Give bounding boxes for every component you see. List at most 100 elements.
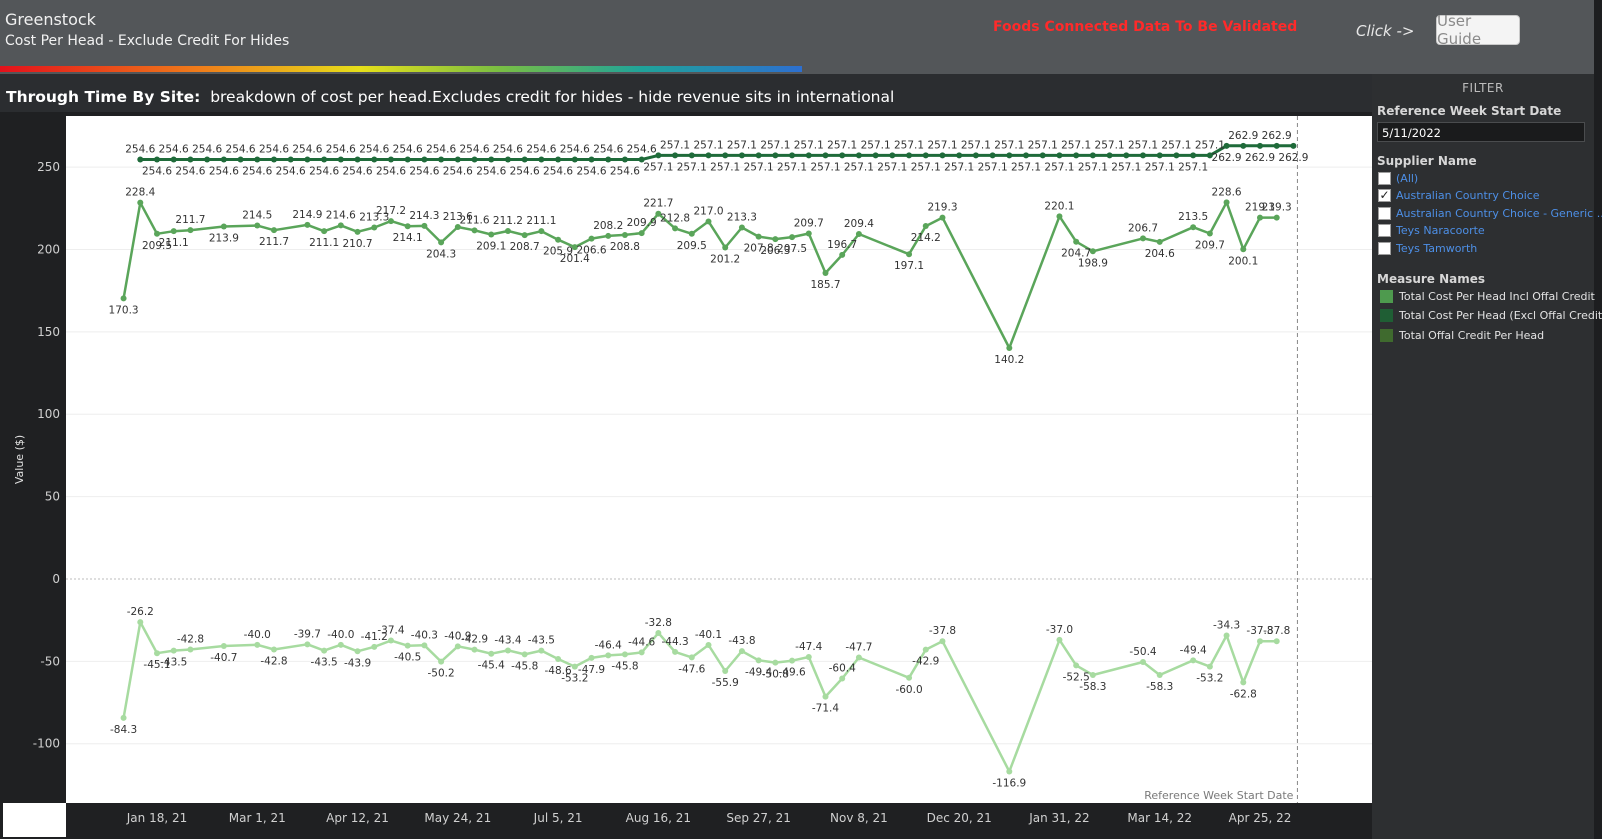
data-label: 208.2 [593, 220, 623, 232]
data-point [438, 239, 445, 246]
data-point [1273, 638, 1280, 645]
data-point [371, 643, 378, 650]
validation-warning: Foods Connected Data To Be Validated [993, 19, 1298, 35]
data-point [655, 629, 662, 636]
data-label: -40.0 [244, 629, 271, 641]
data-point [1073, 152, 1080, 159]
data-label: -43.8 [728, 635, 755, 647]
data-label: 254.6 [610, 165, 640, 177]
data-label: 213.9 [209, 233, 239, 245]
data-point [722, 152, 729, 159]
legend-item[interactable]: Total Cost Per Head (Excl Offal Credit) [1380, 308, 1602, 324]
data-label: -40.0 [327, 629, 354, 641]
data-label: 254.6 [627, 143, 657, 155]
data-point [337, 641, 344, 648]
x-tick-label: Mar 1, 21 [229, 811, 286, 825]
legend-item[interactable]: Total Cost Per Head Incl Offal Credit [1380, 288, 1595, 304]
data-point [1156, 671, 1163, 678]
data-label: -50.4 [1129, 646, 1156, 658]
data-label: -34.3 [1213, 619, 1240, 631]
y-tick-label: -100 [33, 737, 60, 751]
data-label: 257.1 [1028, 139, 1058, 151]
supplier-option[interactable]: ✓ Australian Country Choice [1378, 188, 1540, 204]
data-point [521, 232, 528, 239]
supplier-option-label: Australian Country Choice [1396, 189, 1540, 202]
data-point [571, 663, 578, 670]
data-point [170, 647, 177, 654]
data-point [939, 214, 946, 221]
filter-title: FILTER [1462, 81, 1504, 95]
data-point [304, 156, 311, 163]
supplier-checkbox[interactable] [1378, 171, 1391, 185]
data-point [1257, 638, 1263, 645]
data-label: 214.5 [242, 210, 272, 222]
data-point [538, 228, 545, 235]
supplier-option[interactable]: (All) [1378, 170, 1418, 186]
data-label: 257.1 [961, 139, 991, 151]
data-point [254, 222, 261, 229]
data-point [354, 156, 361, 163]
data-point [805, 654, 812, 661]
x-tick-label: Nov 8, 21 [830, 811, 888, 825]
data-point [287, 156, 294, 163]
data-point [1106, 152, 1113, 159]
data-label: 262.9 [1262, 130, 1292, 142]
data-point [822, 152, 829, 159]
data-label: 257.1 [911, 161, 941, 173]
supplier-checkbox[interactable]: ✓ [1378, 189, 1391, 202]
supplier-checkbox[interactable] [1378, 224, 1391, 237]
supplier-option[interactable]: Teys Naracoorte [1378, 223, 1485, 239]
data-label: 200.1 [1228, 255, 1258, 267]
data-label: -42.9 [461, 634, 488, 646]
data-label: -37.8 [1263, 625, 1290, 637]
data-label: 254.6 [292, 143, 322, 155]
chart-header: Through Time By Site: breakdown of cost … [6, 88, 894, 106]
data-label: 262.9 [1228, 130, 1258, 142]
data-point [989, 152, 996, 159]
data-label: 257.1 [978, 161, 1008, 173]
data-label: -26.2 [127, 606, 154, 618]
x-tick-label: Dec 20, 21 [927, 811, 992, 825]
data-point [755, 657, 762, 664]
chart-header-bold: Through Time By Site: [6, 88, 201, 106]
supplier-option-label: Teys Naracoorte [1396, 224, 1485, 237]
data-label: 257.1 [877, 161, 907, 173]
data-point [220, 156, 227, 163]
data-point [638, 649, 645, 656]
data-label: 257.1 [861, 139, 891, 151]
y-tick-label: -50 [40, 654, 60, 668]
data-label: -42.8 [177, 633, 204, 645]
data-label: -43.5 [160, 657, 187, 669]
supplier-option[interactable]: Australian Country Choice - Generic ... [1378, 205, 1602, 221]
data-label: -58.3 [1079, 681, 1106, 693]
data-label: 254.6 [476, 165, 506, 177]
legend-item[interactable]: Total Offal Credit Per Head [1380, 327, 1544, 343]
data-point [421, 222, 428, 229]
data-label: 254.6 [409, 165, 439, 177]
x-tick-label: Aug 16, 21 [626, 811, 691, 825]
data-point [1273, 214, 1280, 221]
data-point [722, 668, 729, 675]
legend-swatch [1380, 328, 1393, 342]
data-point [1173, 152, 1180, 159]
user-guide-button[interactable]: User Guide [1436, 12, 1520, 48]
data-point [772, 659, 779, 666]
date-filter-input[interactable]: 5/11/2022 [1377, 122, 1585, 142]
data-point [337, 222, 344, 229]
data-point [1140, 152, 1147, 159]
data-point [1190, 152, 1197, 159]
x-tick-label: Mar 14, 22 [1127, 811, 1192, 825]
data-point [555, 156, 562, 163]
data-point [1140, 658, 1147, 665]
data-label: 210.7 [343, 238, 373, 250]
data-point [789, 152, 796, 159]
supplier-checkbox[interactable] [1378, 206, 1391, 220]
data-label: 254.6 [459, 143, 489, 155]
data-point [672, 225, 679, 232]
data-label: 228.6 [1212, 186, 1242, 198]
data-point [605, 652, 612, 659]
data-point [1056, 636, 1063, 643]
data-label: 211.7 [259, 236, 289, 248]
supplier-checkbox[interactable] [1378, 241, 1391, 255]
supplier-option[interactable]: Teys Tamworth [1378, 240, 1477, 256]
